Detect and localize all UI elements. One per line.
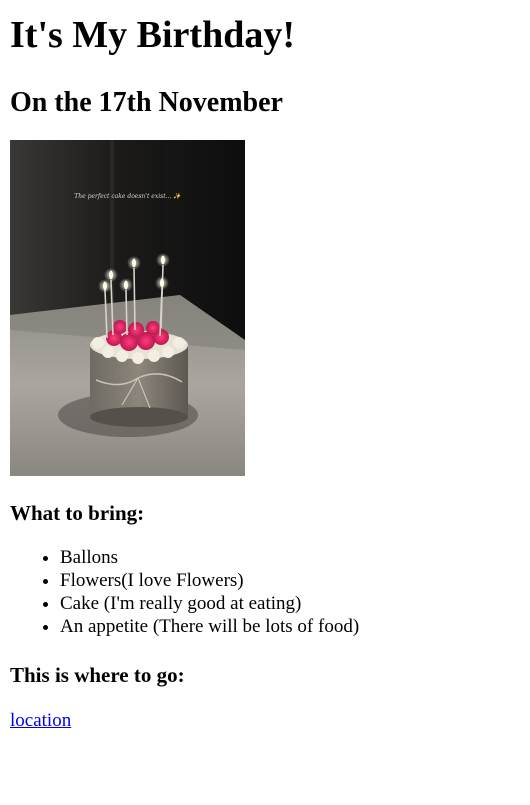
photo-caption: The perfect cake doesn't exist... ✨ [74,193,181,200]
list-item: Cake (I'm really good at eating) [60,592,520,615]
event-date-heading: On the 17th November [10,87,283,118]
bring-list: Ballons Flowers(I love Flowers) Cake (I'… [10,546,520,638]
page-title: It's My Birthday! [10,14,295,56]
list-item: An appetite (There will be lots of food) [60,615,520,638]
birthday-cake-photo: The perfect cake doesn't exist... ✨ [10,140,245,476]
list-item: Flowers(I love Flowers) [60,569,520,592]
bring-heading: What to bring: [10,501,145,525]
where-heading: This is where to go: [10,663,185,687]
location-link[interactable]: location [10,710,71,732]
list-item: Ballons [60,546,520,569]
